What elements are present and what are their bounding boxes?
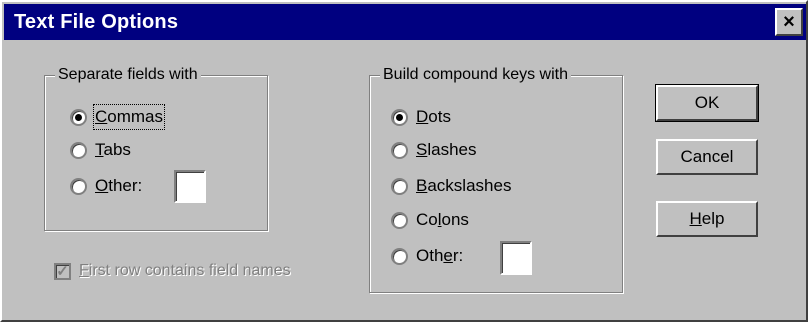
radio-other-separator[interactable]: Other: (70, 175, 142, 197)
radio-other-separator-label: Other: (95, 176, 143, 195)
radio-button-dots[interactable] (391, 108, 408, 126)
radio-button-other-separator[interactable] (70, 177, 87, 195)
radio-colons[interactable]: Colons (391, 209, 469, 231)
radio-selected-dot (396, 113, 403, 121)
separate-fields-label: Separate fields with (55, 64, 201, 86)
radio-backslashes[interactable]: Backslashes (391, 175, 511, 197)
first-row-checkbox: ✓ (54, 262, 71, 280)
checkmark-icon: ✓ (56, 262, 69, 280)
radio-button-slashes[interactable] (391, 141, 408, 159)
compound-keys-label: Build compound keys with (380, 64, 571, 86)
radio-selected-dot (75, 113, 82, 121)
close-button[interactable]: × (775, 8, 803, 36)
other-key-input[interactable] (500, 241, 532, 275)
radio-button-commas[interactable] (70, 108, 87, 126)
radio-button-tabs[interactable] (70, 141, 87, 159)
radio-button-other-key[interactable] (391, 247, 408, 265)
ok-button[interactable]: OK (655, 84, 759, 122)
radio-button-colons[interactable] (391, 211, 408, 229)
other-separator-input[interactable] (174, 170, 206, 203)
radio-dots-label: Dots (416, 107, 451, 126)
cancel-button[interactable]: Cancel (656, 139, 758, 175)
radio-commas[interactable]: Commas (70, 104, 166, 130)
title-bar[interactable]: Text File Options × (4, 4, 806, 40)
radio-button-backslashes[interactable] (391, 177, 408, 195)
dialog-title: Text File Options (14, 11, 179, 33)
radio-other-key[interactable]: Other: (391, 245, 463, 267)
help-button[interactable]: Help (656, 201, 758, 237)
radio-slashes-label: Slashes (416, 140, 477, 159)
first-row-label: First row contains field names (79, 262, 291, 279)
first-row-checkbox-row: ✓ First row contains field names (54, 262, 291, 280)
close-icon: × (783, 11, 795, 33)
radio-slashes[interactable]: Slashes (391, 139, 476, 161)
radio-backslashes-label: Backslashes (416, 176, 512, 195)
text-file-options-dialog: Text File Options × Separate fields with… (0, 0, 808, 322)
radio-tabs[interactable]: Tabs (70, 139, 131, 161)
radio-tabs-label: Tabs (95, 140, 131, 159)
radio-other-key-label: Other: (416, 246, 464, 265)
radio-commas-label: Commas (92, 104, 166, 130)
radio-dots[interactable]: Dots (391, 106, 451, 128)
radio-colons-label: Colons (416, 210, 469, 229)
